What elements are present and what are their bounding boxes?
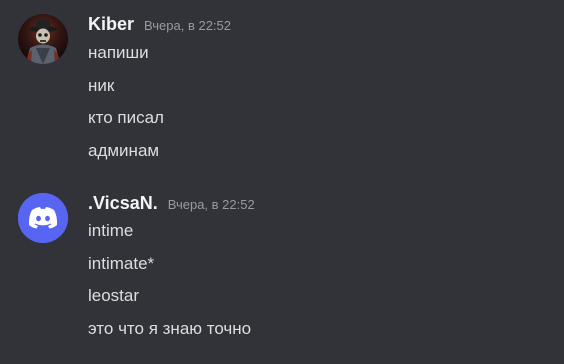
message-text: это что я знаю точно [88, 319, 252, 338]
message-text: intime [88, 221, 134, 240]
message-text: intimate* [88, 254, 155, 273]
username[interactable]: .VicsaN. [88, 193, 158, 214]
message-group-vicsan: .VicsaN. Вчера, в 22:52 intime intimate*… [0, 0, 564, 364]
discord-logo-icon [18, 193, 68, 243]
message-header: .VicsaN. Вчера, в 22:52 [88, 193, 255, 217]
message-text: leostar [88, 286, 140, 305]
user-avatar[interactable] [18, 193, 68, 243]
message-timestamp[interactable]: Вчера, в 22:52 [168, 197, 255, 212]
